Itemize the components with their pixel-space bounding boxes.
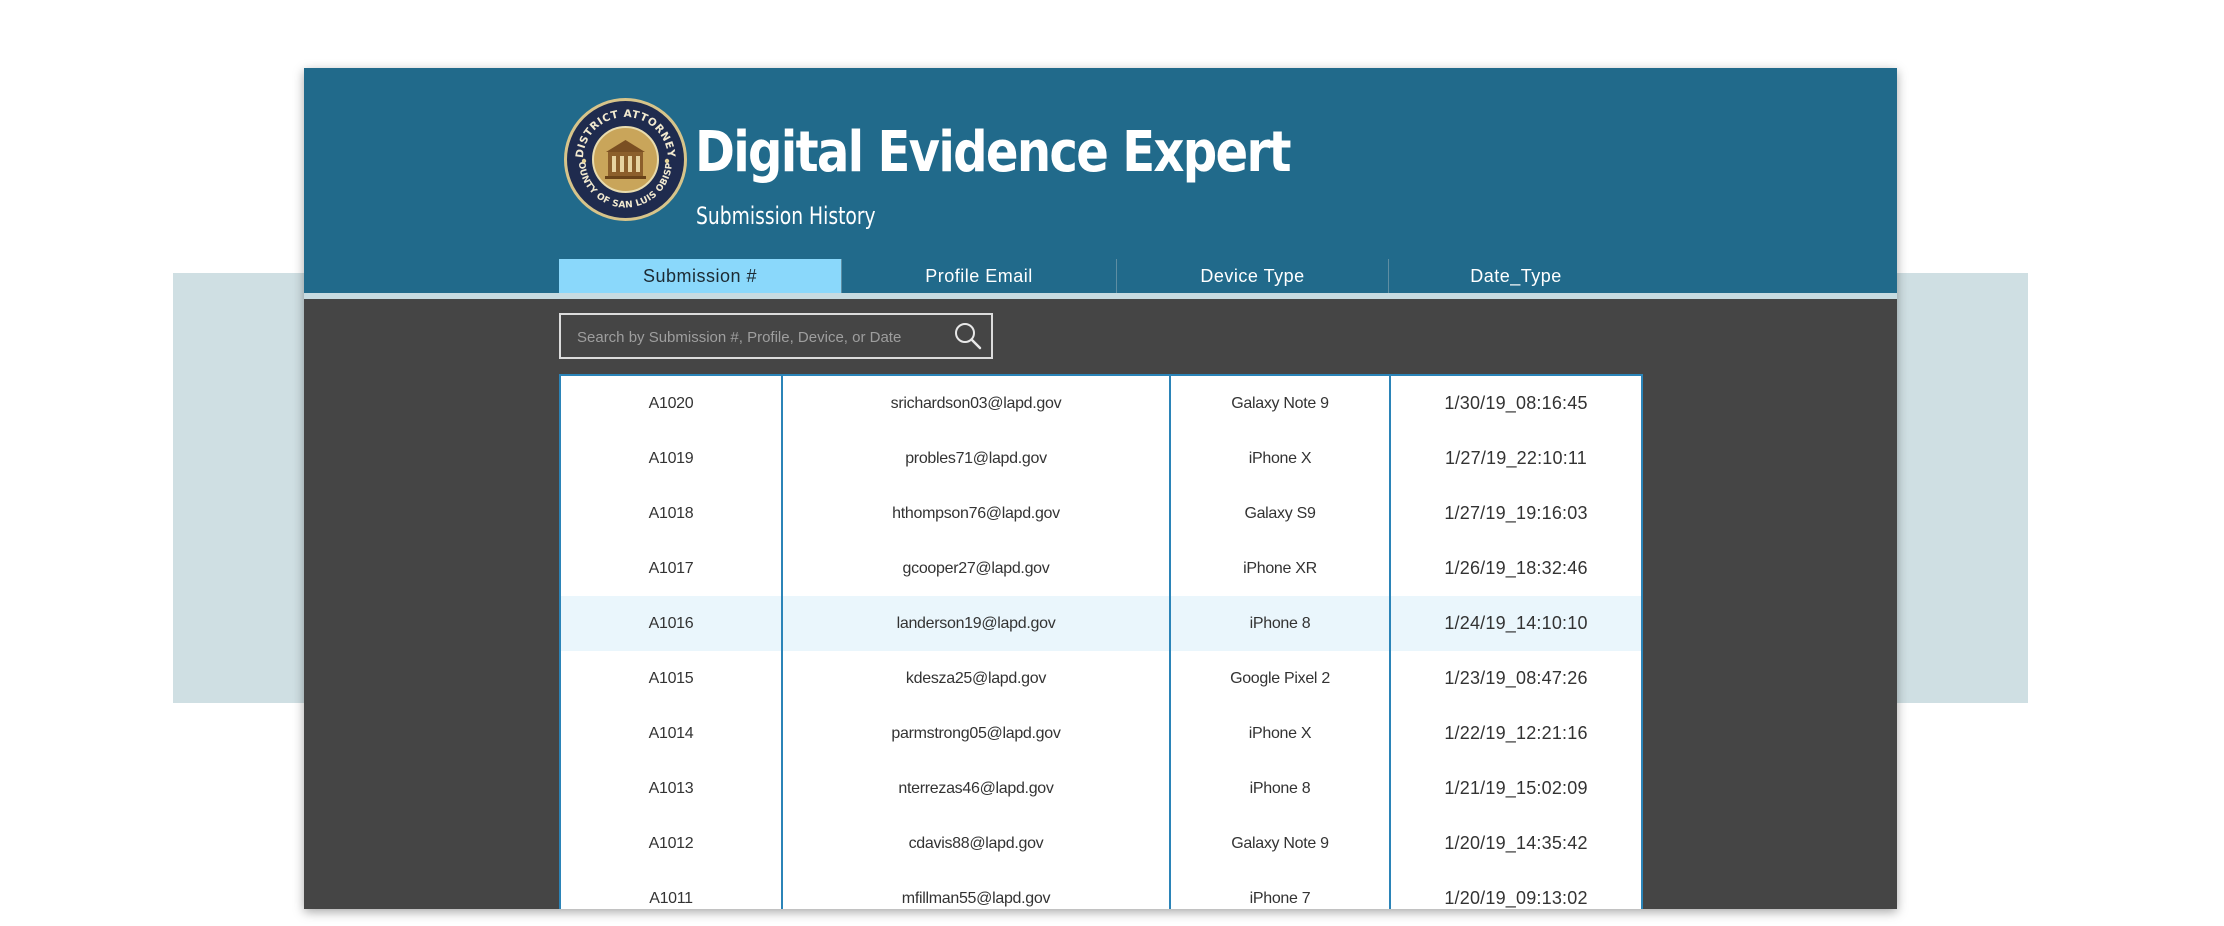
device-cell: Google Pixel 2 [1230,670,1330,687]
email-cell: srichardson03@lapd.gov [890,395,1062,412]
column-tabs: Submission # Profile Email Device Type D… [559,259,1897,293]
email-cell: mfillman55@lapd.gov [901,890,1051,907]
tab-profile-email[interactable]: Profile Email [842,259,1116,293]
district-attorney-seal-logo: DISTRICT ATTORNEY COUNTY OF SAN LUIS OBI… [564,98,687,221]
submission-cell: A1015 [648,670,694,687]
tabs-underline [304,293,1897,299]
submission-cell: A1013 [648,780,694,797]
page-subtitle: Submission History [696,202,876,230]
date-cell: 1/26/19_18:32:46 [1444,558,1588,578]
courthouse-icon [605,140,646,179]
column-divider [1389,376,1391,909]
submission-cell: A1019 [648,450,694,467]
table-row[interactable]: A1012 cdavis88@lapd.gov Galaxy Note 9 1/… [561,816,1641,871]
device-cell: iPhone X [1248,450,1312,467]
column-divider [1169,376,1171,909]
submission-cell: A1018 [648,505,694,522]
submission-cell: A1020 [648,395,694,412]
email-cell: probles71@lapd.gov [905,450,1047,467]
date-cell: 1/22/19_12:21:16 [1444,723,1588,743]
tab-date-type[interactable]: Date_Type [1389,259,1643,293]
table-row[interactable]: A1018 hthompson76@lapd.gov Galaxy S9 1/2… [561,486,1641,541]
table-row[interactable]: A1013 nterrezas46@lapd.gov iPhone 8 1/21… [561,761,1641,816]
email-cell: nterrezas46@lapd.gov [898,780,1054,797]
search-input[interactable] [575,315,949,359]
email-cell: parmstrong05@lapd.gov [891,725,1061,742]
email-cell: landerson19@lapd.gov [896,615,1056,632]
email-cell: cdavis88@lapd.gov [908,835,1044,852]
search-box [559,313,993,359]
date-cell: 1/21/19_15:02:09 [1444,778,1588,798]
submission-cell: A1012 [648,835,694,852]
tab-submission-number[interactable]: Submission # [559,259,841,293]
submission-cell: A1017 [648,560,694,577]
device-cell: Galaxy Note 9 [1231,835,1329,852]
seal-center-icon [592,126,659,193]
device-cell: iPhone 8 [1249,780,1311,797]
column-divider [781,376,783,909]
table-row[interactable]: A1020 srichardson03@lapd.gov Galaxy Note… [561,376,1641,431]
device-cell: Galaxy S9 [1244,505,1316,522]
submission-cell: A1016 [648,615,694,632]
device-cell: iPhone 7 [1249,890,1311,907]
table-row[interactable]: A1019 probles71@lapd.gov iPhone X 1/27/1… [561,431,1641,486]
search-icon[interactable] [953,321,983,351]
date-cell: 1/27/19_22:10:11 [1445,448,1587,468]
email-cell: gcooper27@lapd.gov [902,560,1050,577]
date-cell: 1/27/19_19:16:03 [1444,503,1588,523]
date-cell: 1/20/19_14:35:42 [1444,833,1588,853]
tab-device-type[interactable]: Device Type [1117,259,1388,293]
submission-cell: A1014 [648,725,694,742]
date-cell: 1/30/19_08:16:45 [1444,393,1588,413]
table-row[interactable]: A1017 gcooper27@lapd.gov iPhone XR 1/26/… [561,541,1641,596]
date-cell: 1/23/19_08:47:26 [1444,668,1588,688]
submission-cell: A1011 [649,890,693,907]
date-cell: 1/20/19_09:13:02 [1444,888,1588,908]
page-title: Digital Evidence Expert [695,120,1292,185]
app-window: DISTRICT ATTORNEY COUNTY OF SAN LUIS OBI… [304,68,1897,909]
device-cell: iPhone 8 [1249,615,1311,632]
email-cell: hthompson76@lapd.gov [892,505,1060,522]
date-cell: 1/24/19_14:10:10 [1444,613,1588,633]
device-cell: Galaxy Note 9 [1231,395,1329,412]
table-row[interactable]: A1014 parmstrong05@lapd.gov iPhone X 1/2… [561,706,1641,761]
table-row[interactable]: A1015 kdeszа25@lapd.gov Google Pixel 2 1… [561,651,1641,706]
email-cell: kdeszа25@lapd.gov [905,670,1047,687]
table-row-highlighted[interactable]: A1016 landerson19@lapd.gov iPhone 8 1/24… [561,596,1641,651]
submissions-table: A1020 srichardson03@lapd.gov Galaxy Note… [559,374,1643,909]
table-row[interactable]: A1011 mfillman55@lapd.gov iPhone 7 1/20/… [561,871,1641,909]
app-header: DISTRICT ATTORNEY COUNTY OF SAN LUIS OBI… [304,68,1897,293]
device-cell: iPhone XR [1243,560,1317,577]
device-cell: iPhone X [1248,725,1312,742]
